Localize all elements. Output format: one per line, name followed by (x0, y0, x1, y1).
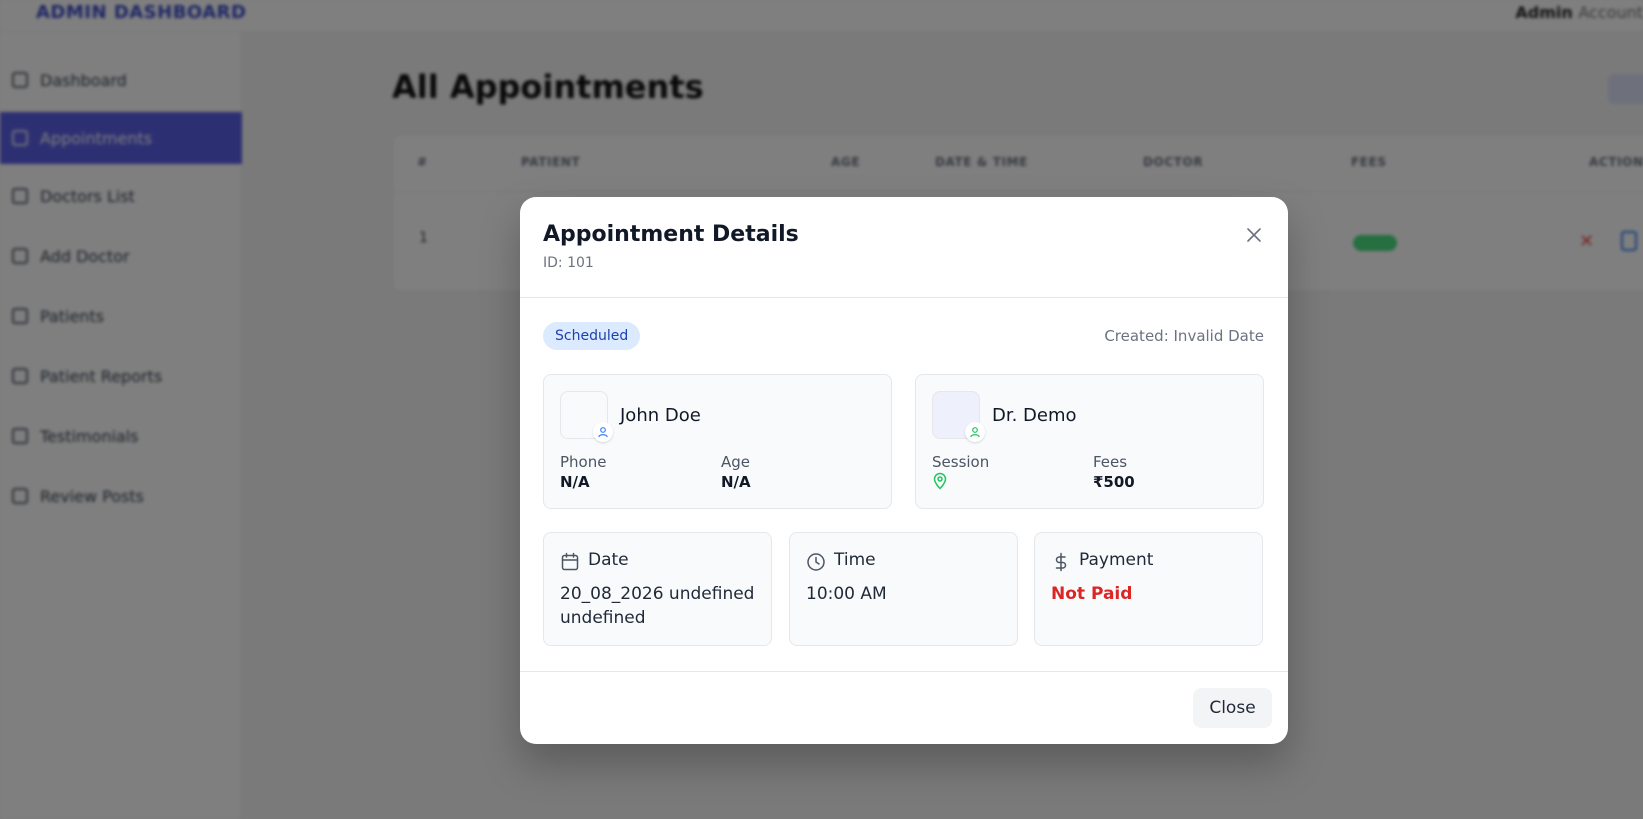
payment-label: Payment (1079, 550, 1154, 570)
time-value: 10:00 AM (806, 584, 887, 604)
age-value: N/A (721, 473, 751, 491)
phone-label: Phone (560, 453, 607, 471)
created-date: Created: Invalid Date (1104, 327, 1264, 345)
location-pin-icon (932, 472, 948, 494)
date-card: Date 20_08_2026 undefined undefined (543, 532, 772, 646)
appointment-id: ID: 101 (543, 255, 594, 271)
status-badge: Scheduled (543, 322, 641, 350)
date-label: Date (588, 550, 629, 570)
close-icon[interactable] (1242, 223, 1266, 247)
time-label: Time (834, 550, 876, 570)
appointment-details-modal: Appointment Details ID: 101 Scheduled Cr… (520, 197, 1288, 744)
modal-title: Appointment Details (543, 222, 799, 247)
modal-header: Appointment Details ID: 101 (520, 197, 1288, 298)
payment-status: Not Paid (1051, 584, 1133, 604)
session-label: Session (932, 453, 990, 471)
patient-name: John Doe (620, 405, 701, 426)
clock-icon (807, 553, 825, 571)
time-card: Time 10:00 AM (789, 532, 1018, 646)
fees-label: Fees (1093, 453, 1128, 471)
patient-card: John Doe Phone N/A Age N/A (543, 374, 892, 509)
doctor-card: Dr. Demo Session Fees ₹500 (915, 374, 1264, 509)
fees-value: ₹500 (1093, 473, 1135, 491)
dollar-icon (1055, 552, 1067, 572)
user-icon (593, 422, 613, 442)
close-button[interactable]: Close (1193, 688, 1272, 728)
doctor-name: Dr. Demo (992, 405, 1077, 426)
modal-footer: Close (520, 671, 1288, 744)
date-value: 20_08_2026 undefined undefined (560, 584, 755, 628)
calendar-icon (561, 552, 579, 571)
age-label: Age (721, 453, 751, 471)
phone-value: N/A (560, 473, 590, 491)
user-icon (965, 422, 985, 442)
payment-card: Payment Not Paid (1034, 532, 1263, 646)
